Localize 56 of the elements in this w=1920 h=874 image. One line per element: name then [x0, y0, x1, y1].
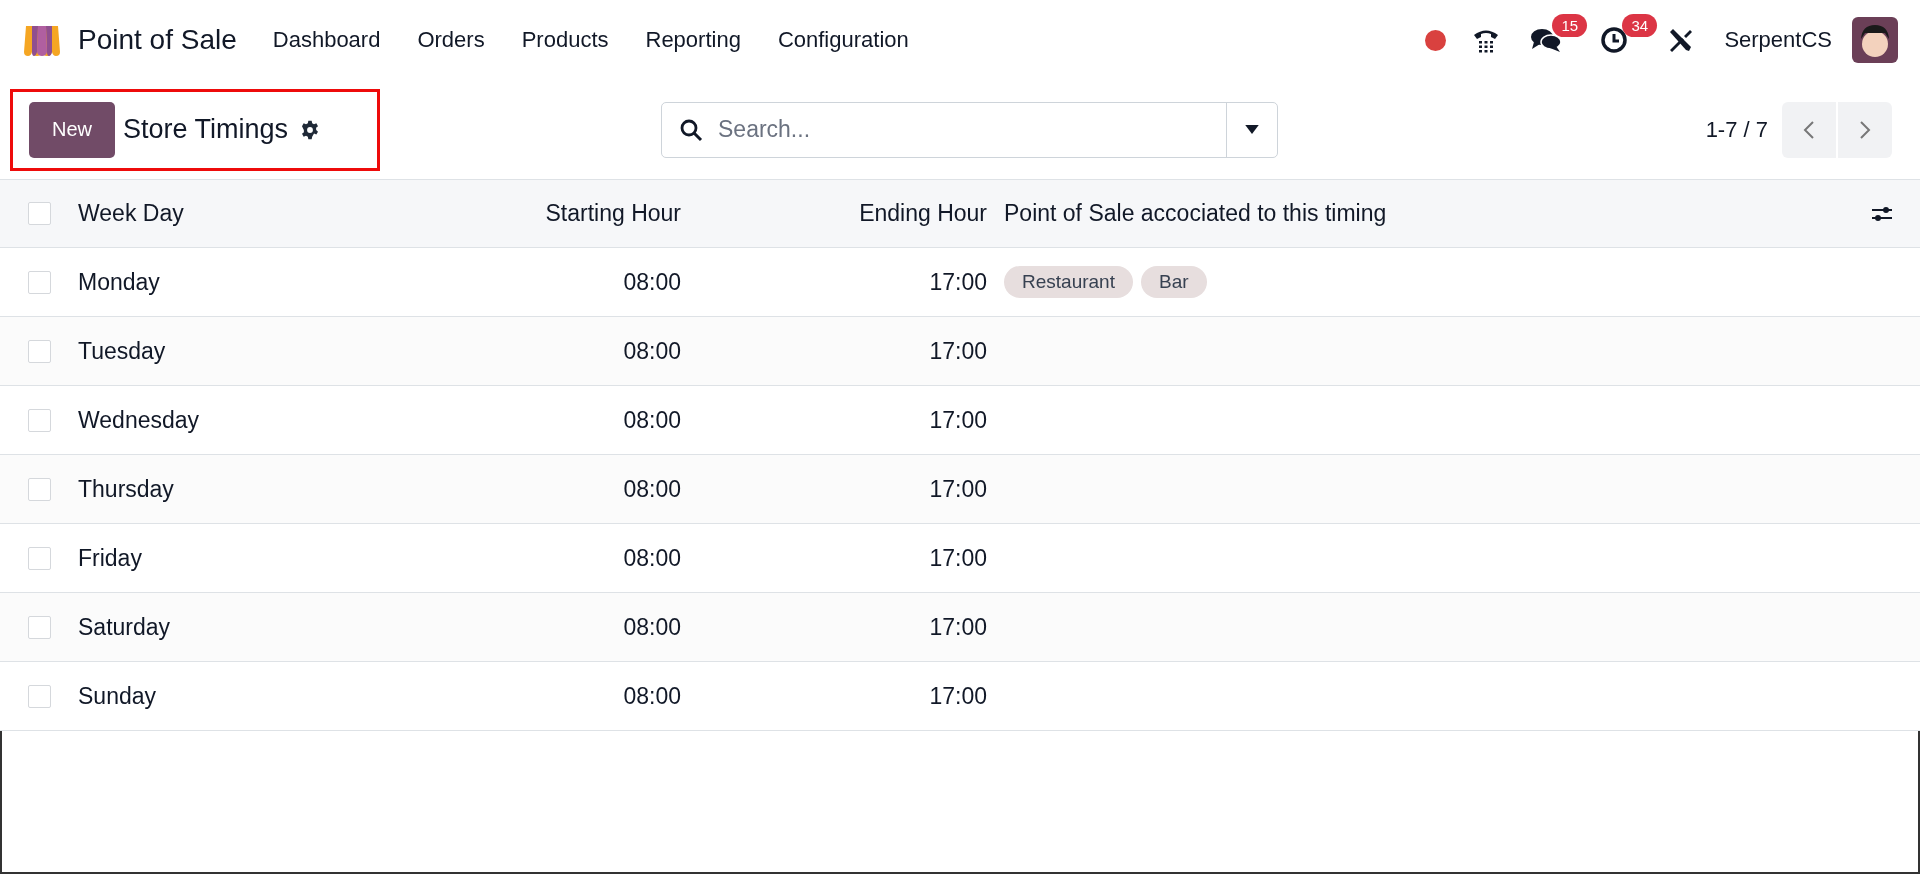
table-cell-text: 17:00	[928, 475, 987, 503]
avatar-icon[interactable]	[1852, 17, 1898, 63]
menu-item[interactable]: Orders	[417, 27, 485, 53]
table-cell-text: 08:00	[622, 682, 681, 710]
table-cell-text: Monday	[78, 268, 161, 296]
menu-item[interactable]: Dashboard	[272, 27, 381, 53]
row-checkbox[interactable]	[28, 615, 51, 639]
chevron-right-icon	[1859, 119, 1871, 140]
table-cell-text: Saturday	[78, 613, 172, 641]
table-cell-text: Thursday	[78, 475, 175, 503]
settings-icon[interactable]	[300, 119, 321, 140]
table-cell-text: 08:00	[622, 613, 681, 641]
chat-icon[interactable]	[1530, 26, 1563, 54]
tag: Restaurant	[1004, 266, 1133, 298]
column-header[interactable]: Ending Hour	[681, 200, 987, 227]
app-title[interactable]: Point of Sale	[78, 24, 237, 56]
row-checkbox[interactable]	[28, 339, 51, 363]
select-all-checkbox[interactable]	[28, 202, 51, 225]
table-cell-text: Friday	[78, 544, 143, 572]
table-cell-text: 08:00	[622, 406, 681, 434]
column-header[interactable]: Point of Sale accociated to this timing	[987, 200, 1870, 227]
table-cell-text: Wednesday	[78, 406, 201, 434]
table-cell-text: 08:00	[622, 475, 681, 503]
table-cell-text: 17:00	[928, 406, 987, 434]
row-checkbox[interactable]	[28, 546, 51, 570]
table-cell-text: 17:00	[928, 268, 987, 296]
message-count-badge: 15	[1552, 14, 1588, 37]
table-cell-text: 17:00	[928, 682, 987, 710]
table-cell-text: Sunday	[78, 682, 157, 710]
row-checkbox[interactable]	[28, 408, 51, 432]
user-name[interactable]: SerpentCS	[1724, 27, 1832, 53]
row-checkbox[interactable]	[28, 684, 51, 708]
column-header[interactable]: Starting Hour	[328, 200, 681, 227]
page-title: Store Timings	[123, 114, 289, 145]
menu-item[interactable]: Products	[521, 27, 609, 53]
new-button[interactable]: New	[29, 101, 115, 158]
clock-icon[interactable]	[1600, 26, 1629, 54]
menu-item[interactable]: Reporting	[645, 27, 741, 53]
table-cell-text: 17:00	[928, 544, 987, 572]
column-header[interactable]: Week Day	[78, 200, 328, 227]
menu-item[interactable]: Configuration	[777, 27, 909, 53]
row-checkbox[interactable]	[28, 270, 51, 294]
caret-icon	[1245, 125, 1259, 134]
status-dot-icon[interactable]	[1425, 29, 1447, 51]
table-cell-text: 08:00	[622, 544, 681, 572]
table-cell-text: 17:00	[928, 613, 987, 641]
table-cell-text: 17:00	[928, 337, 987, 365]
table-cell-text: 08:00	[622, 268, 681, 296]
row-checkbox[interactable]	[28, 477, 51, 501]
chevron-left-icon	[1803, 119, 1815, 140]
pager-value[interactable]: 1-7 / 7	[1705, 116, 1768, 143]
table-cell-text: 08:00	[622, 337, 681, 365]
tag: Bar	[1140, 266, 1207, 298]
activity-count-badge: 34	[1622, 14, 1658, 37]
table-cell-text: Tuesday	[78, 337, 167, 365]
search-field[interactable]: Search...	[661, 101, 1278, 158]
